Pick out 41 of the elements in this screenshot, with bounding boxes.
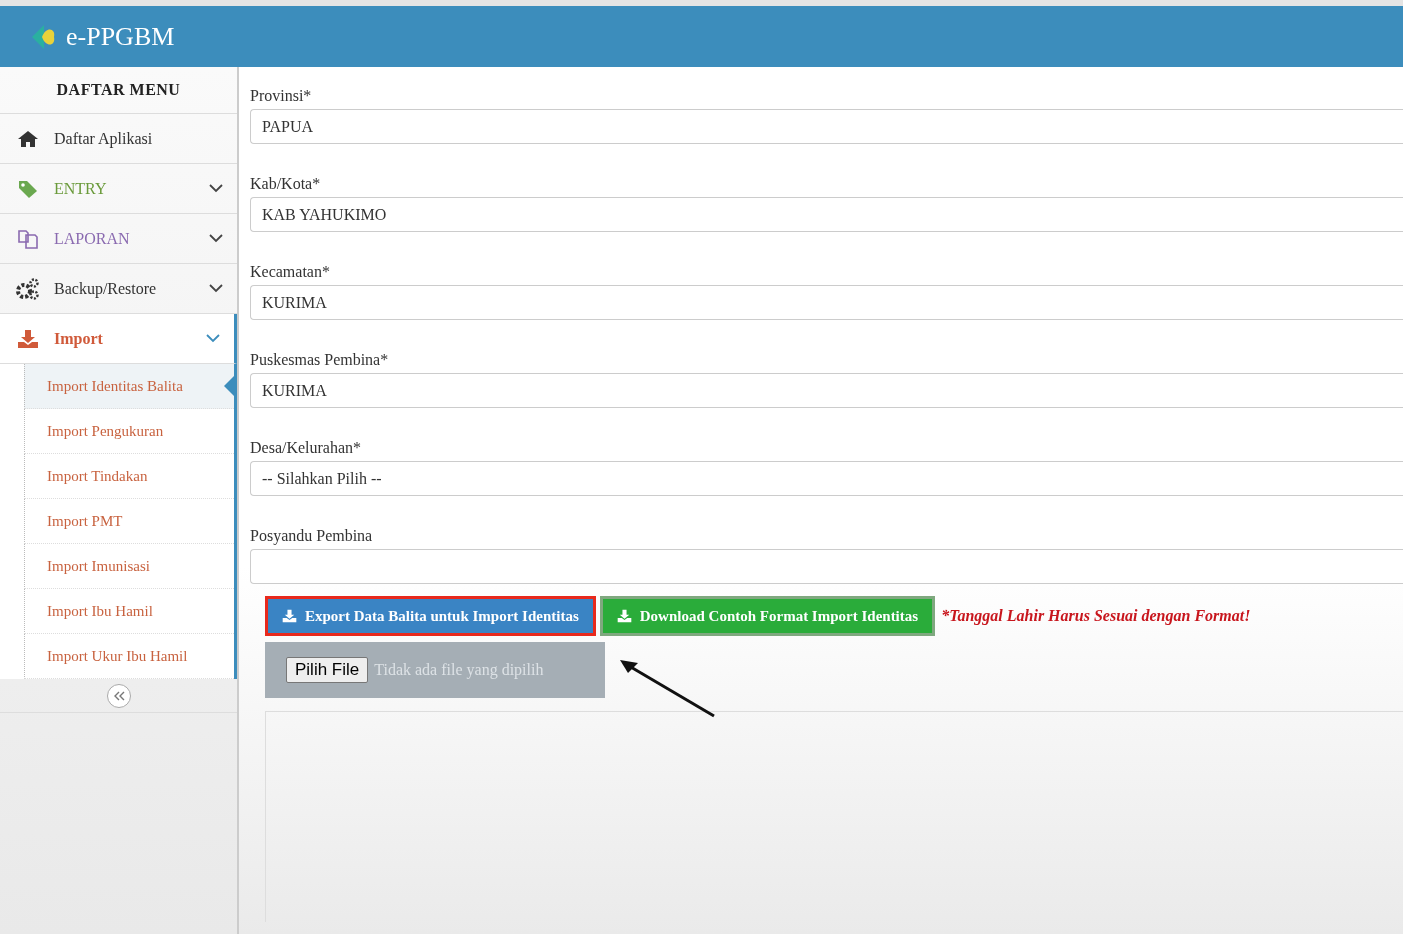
collapse-button[interactable] bbox=[106, 683, 131, 708]
field-label: Provinsi* bbox=[250, 87, 313, 105]
format-warning: *Tanggal Lahir Harus Sesuai dengan Format! bbox=[941, 607, 1251, 625]
chevron-down-icon bbox=[209, 234, 223, 243]
copy-icon bbox=[17, 227, 39, 250]
field-label: Puskesmas Pembina* bbox=[250, 351, 390, 369]
field-label: Desa/Kelurahan* bbox=[250, 439, 363, 457]
menu-item[interactable]: Import bbox=[0, 314, 237, 364]
submenu-item[interactable]: Import Ukur Ibu Hamil bbox=[24, 634, 234, 679]
gears-icon bbox=[16, 277, 40, 300]
submenu-item[interactable]: Import Identitas Balita bbox=[24, 364, 234, 409]
menu-item[interactable]: ENTRY bbox=[0, 164, 237, 214]
double-chevron-left-icon bbox=[112, 690, 125, 701]
download-icon bbox=[17, 328, 39, 349]
field-label: Kab/Kota* bbox=[250, 175, 322, 193]
select-field[interactable]: -- Silahkan Pilih -- bbox=[250, 461, 1403, 496]
app-title: e-PPGBM bbox=[66, 21, 175, 52]
menu-item[interactable]: LAPORAN bbox=[0, 214, 237, 264]
chevron-down-icon bbox=[209, 284, 223, 293]
submenu-item[interactable]: Import Ibu Hamil bbox=[24, 589, 234, 634]
export-button[interactable]: Export Data Balita untuk Import Identitas bbox=[265, 596, 596, 636]
download-icon bbox=[282, 609, 297, 623]
select-field[interactable]: KAB YAHUKIMO bbox=[250, 197, 1403, 232]
submenu-item[interactable]: Import Tindakan bbox=[24, 454, 234, 499]
chevron-down-icon bbox=[206, 334, 220, 343]
field-label: Kecamatan* bbox=[250, 263, 331, 281]
submenu-item[interactable]: Import Imunisasi bbox=[24, 544, 234, 589]
submenu-item[interactable]: Import Pengukuran bbox=[24, 409, 234, 454]
select-field[interactable]: KURIMA bbox=[250, 373, 1403, 408]
home-icon bbox=[17, 129, 39, 148]
field-label: Posyandu Pembina bbox=[250, 527, 374, 545]
chevron-down-icon bbox=[209, 184, 223, 193]
file-upload-field[interactable]: Pilih File Tidak ada file yang dipilih bbox=[265, 642, 605, 698]
menu-item[interactable]: Daftar Aplikasi bbox=[0, 114, 237, 164]
select-field[interactable]: KURIMA bbox=[250, 285, 1403, 320]
sidebar-title: DAFTAR MENU bbox=[0, 67, 237, 114]
select-field[interactable]: PAPUA bbox=[250, 109, 1403, 144]
download-button[interactable]: Download Contoh Format Import Identitas bbox=[599, 596, 936, 636]
download-icon bbox=[616, 609, 632, 623]
submenu-item[interactable]: Import PMT bbox=[24, 499, 234, 544]
tag-icon bbox=[17, 178, 39, 199]
